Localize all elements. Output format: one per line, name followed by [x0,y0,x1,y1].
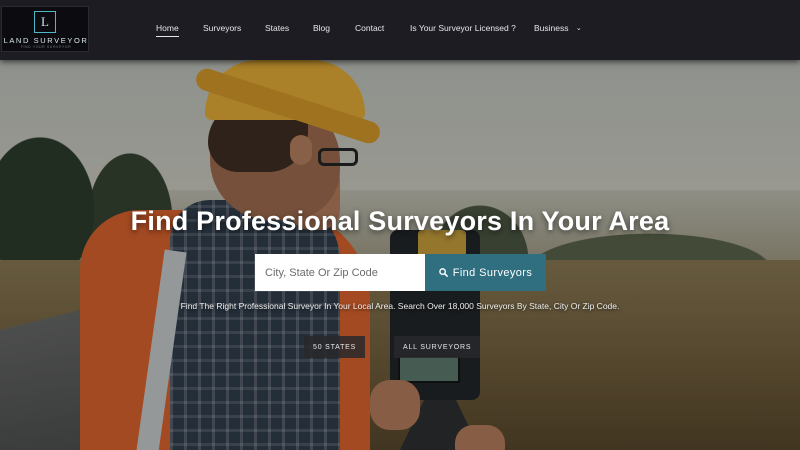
location-search-input[interactable] [255,254,425,291]
nav-business[interactable]: Business ⌄ [534,23,582,33]
logo-mark: L [34,11,56,33]
hero-section: Find Professional Surveyors In Your Area… [0,60,800,450]
nav-home[interactable]: Home [156,23,179,37]
find-surveyors-label: Find Surveyors [452,266,533,279]
nav-contact[interactable]: Contact [355,23,384,33]
nav-blog[interactable]: Blog [313,23,330,33]
find-surveyors-button[interactable]: Find Surveyors [425,254,546,291]
hero-subtitle: Find The Right Professional Surveyor In … [180,301,620,311]
all-surveyors-button[interactable]: ALL SURVEYORS [394,336,481,358]
site-header: L LAND SURVEYOR FIND YOUR SURVEYOR Home … [0,0,800,60]
logo-tagline: FIND YOUR SURVEYOR [20,45,72,49]
logo-name: LAND SURVEYOR [3,36,89,45]
nav-states[interactable]: States [265,23,289,33]
nav-surveyors[interactable]: Surveyors [203,23,241,33]
hero-title: Find Professional Surveyors In Your Area [130,206,670,236]
states-button[interactable]: 50 STATES [304,336,366,358]
search-icon [438,268,448,277]
chevron-down-icon: ⌄ [575,25,582,32]
nav-licensed[interactable]: Is Your Surveyor Licensed ? [410,23,516,33]
site-logo[interactable]: L LAND SURVEYOR FIND YOUR SURVEYOR [1,6,89,52]
nav-business-label: Business [534,23,569,33]
